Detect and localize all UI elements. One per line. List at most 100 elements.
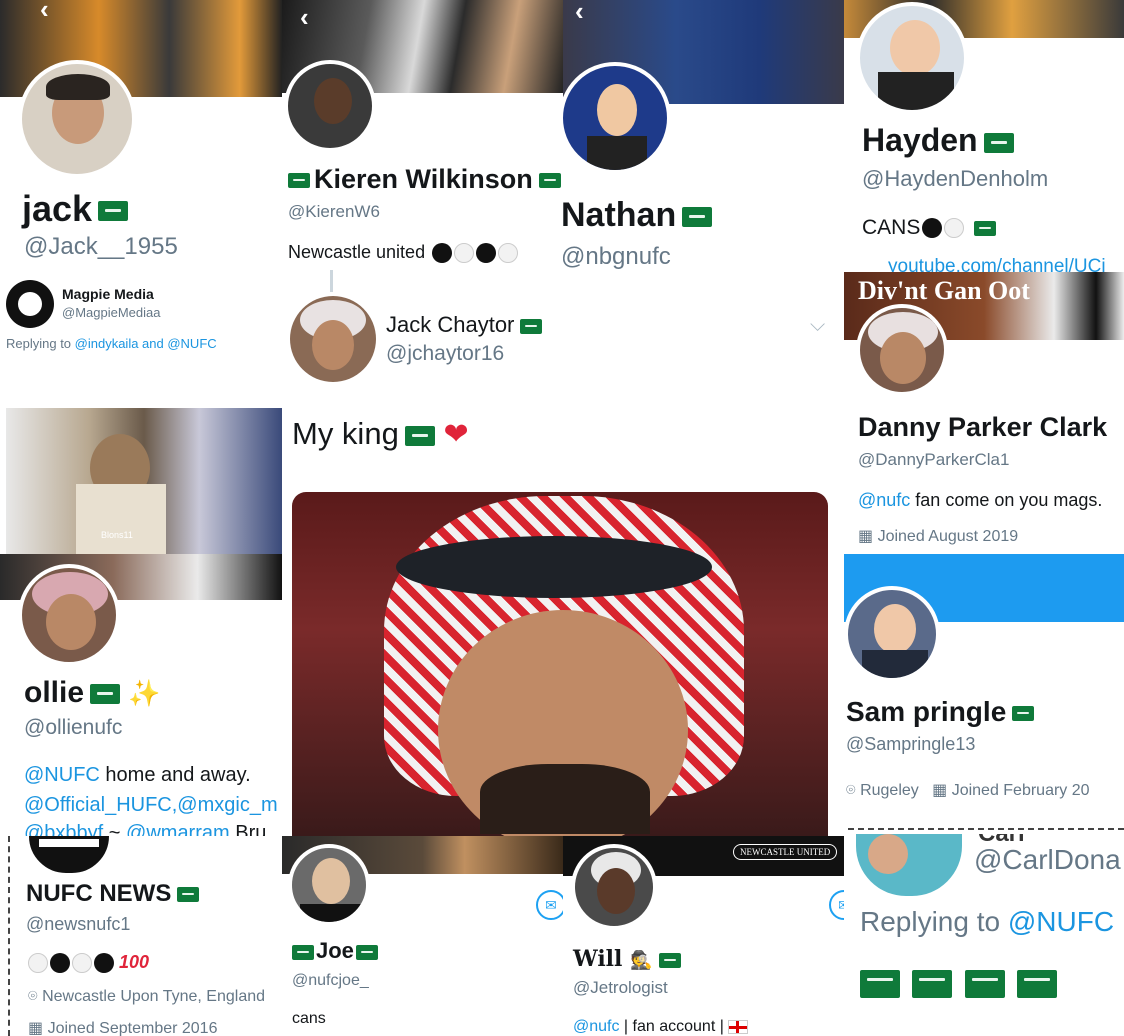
dashed-divider [848,828,1124,830]
sparkles-icon: ✨ [128,678,161,708]
saudi-flag-icon [90,684,121,705]
avatar[interactable] [844,586,940,682]
replying-to-links[interactable]: @indykaila and @NUFC [75,336,217,351]
banner-text: Div'nt Gan Oot [858,276,1030,305]
saudi-flag-icon [520,318,543,334]
handle: @KierenW6 [288,202,380,221]
bio-line-1: @NUFC home and away. [24,764,251,786]
saudi-flag-icon [974,220,997,236]
bio-link[interactable]: @bxbbyf [24,822,103,836]
mail-icon[interactable]: ✉ [536,890,563,920]
profile-card-jack: ‹ jack @Jack__1955 Magpie Media @MagpieM… [0,0,282,400]
avatar[interactable] [856,2,968,114]
hundred-icon: 100 [119,952,150,972]
avatar[interactable] [18,564,120,666]
profile-card-danny: Div'nt Gan Oot Danny Parker Clark @Danny… [844,272,1124,554]
profile-card-nufc-news: NUFC NEWS @newsnufc1 100 ⌾ Newcastle Upo… [0,836,282,1036]
profile-card-carl: Carl @CarlDona Replying to @NUFC [844,834,1124,1036]
avatar[interactable] [284,60,376,152]
profile-card-kieren: ‹ Kieren Wilkinson @KierenW6 Newcastle u… [282,0,563,300]
location-icon: ⌾ [28,988,38,1005]
bio: CANS [862,216,997,240]
saudi-flag-icon [404,425,435,446]
tweet-photo[interactable] [292,492,828,836]
bio-line-3: @bxbbyf ~ @wmarram Bru [24,822,266,836]
saudi-flag-icon [292,944,314,960]
handle: @nufcjoe_ [292,972,369,989]
calendar-icon: ▦ [932,782,948,799]
avatar[interactable] [856,834,962,896]
display-name: Danny Parker Clark [858,412,1108,442]
saudi-flag-icon [983,132,1014,153]
handle: @Jetrologist [573,978,668,997]
avatar[interactable] [563,62,671,174]
handle: @CarlDona [974,844,1121,875]
handle: @HaydenDenholm [862,166,1049,191]
saudi-flag-icon [682,207,713,228]
handle: @ollienufc [24,716,123,739]
banner-text: NEWCASTLE UNITED [733,844,838,860]
reply-author-name[interactable]: Magpie Media [62,286,154,302]
bio: @nufc | fan account | [573,1018,749,1036]
location-icon: ⌾ [846,782,856,799]
bio-link[interactable]: @NUFC [24,764,100,786]
saudi-flag-icon [658,952,681,968]
author-handle: @jchaytor16 [386,342,505,365]
tweet-flags [860,970,1058,998]
dashed-edge [8,836,10,1036]
profile-meta: ⌾ Rugeley ▦ Joined February 20 [846,782,1090,799]
display-name: NUFC NEWS [26,880,200,908]
profile-card-ollie: ollie ✨ @ollienufc @NUFC home and away. … [0,554,282,836]
saudi-flag-icon [177,887,200,903]
author-name[interactable]: Jack Chaytor [386,312,543,338]
saudi-flag-icon [860,970,900,998]
replying-to: Replying to @indykaila and @NUFC [6,336,217,351]
display-name: Hayden [862,122,1014,159]
bio-link[interactable]: @nufc [858,490,910,510]
watermark: Blons11 [101,530,133,540]
saudi-flag-icon [288,173,310,189]
bio-line-2[interactable]: @Official_HUFC,@mxgic_m [24,794,278,817]
bio: cans [292,1010,326,1027]
joined-date: ▦ Joined September 2016 [28,1020,218,1036]
avatar[interactable] [18,60,136,178]
back-chevron-icon[interactable]: ‹ [40,0,49,25]
bio: 100 [26,952,150,974]
avatar[interactable] [290,296,376,382]
replying-to-link[interactable]: @NUFC [1008,906,1114,937]
saudi-flag-icon [355,944,378,960]
display-name: Joe [292,938,378,964]
video-still[interactable]: Blons11 [6,408,282,554]
detective-icon: 🕵 [630,950,653,971]
avatar[interactable] [856,304,948,396]
display-name: Kieren Wilkinson [288,164,561,195]
handle: @nbgnufc [563,243,671,270]
display-name: Will 🕵 [573,946,681,972]
england-flag-icon [728,1019,749,1034]
avatar[interactable] [288,844,370,926]
back-chevron-icon[interactable]: ‹ [575,0,584,27]
expand-chevron-icon[interactable]: ⌵ [810,314,825,337]
back-chevron-icon[interactable]: ‹ [300,2,309,33]
bio-link[interactable]: @nufc [573,1018,619,1035]
profile-card-joe: ✉ Joe @nufcjoe_ cans [282,836,563,1036]
crest-avatar[interactable] [26,836,112,876]
avatar[interactable] [571,844,657,930]
mail-icon[interactable]: ✉ [829,890,844,920]
display-name: Nathan [563,196,713,235]
magpie-media-logo[interactable] [6,280,54,328]
saudi-flag-icon [912,970,953,998]
heart-icon: ❤ [443,418,469,451]
bio-link[interactable]: youtube.com/channel/UCi [888,256,1106,272]
bio-link[interactable]: @wmarram [126,822,230,836]
tweet-text: My king ❤ [292,416,469,451]
saudi-flag-icon [98,201,129,222]
handle: @Jack__1955 [24,233,178,260]
display-name: ollie ✨ [24,676,161,709]
saudi-flag-icon [1012,706,1035,722]
reply-author-handle: @MagpieMediaa [62,305,161,320]
thread-line [330,270,333,292]
handle: @DannyParkerCla1 [858,450,1010,469]
calendar-icon: ▦ [28,1020,44,1036]
display-name: Sam pringle [846,696,1035,728]
